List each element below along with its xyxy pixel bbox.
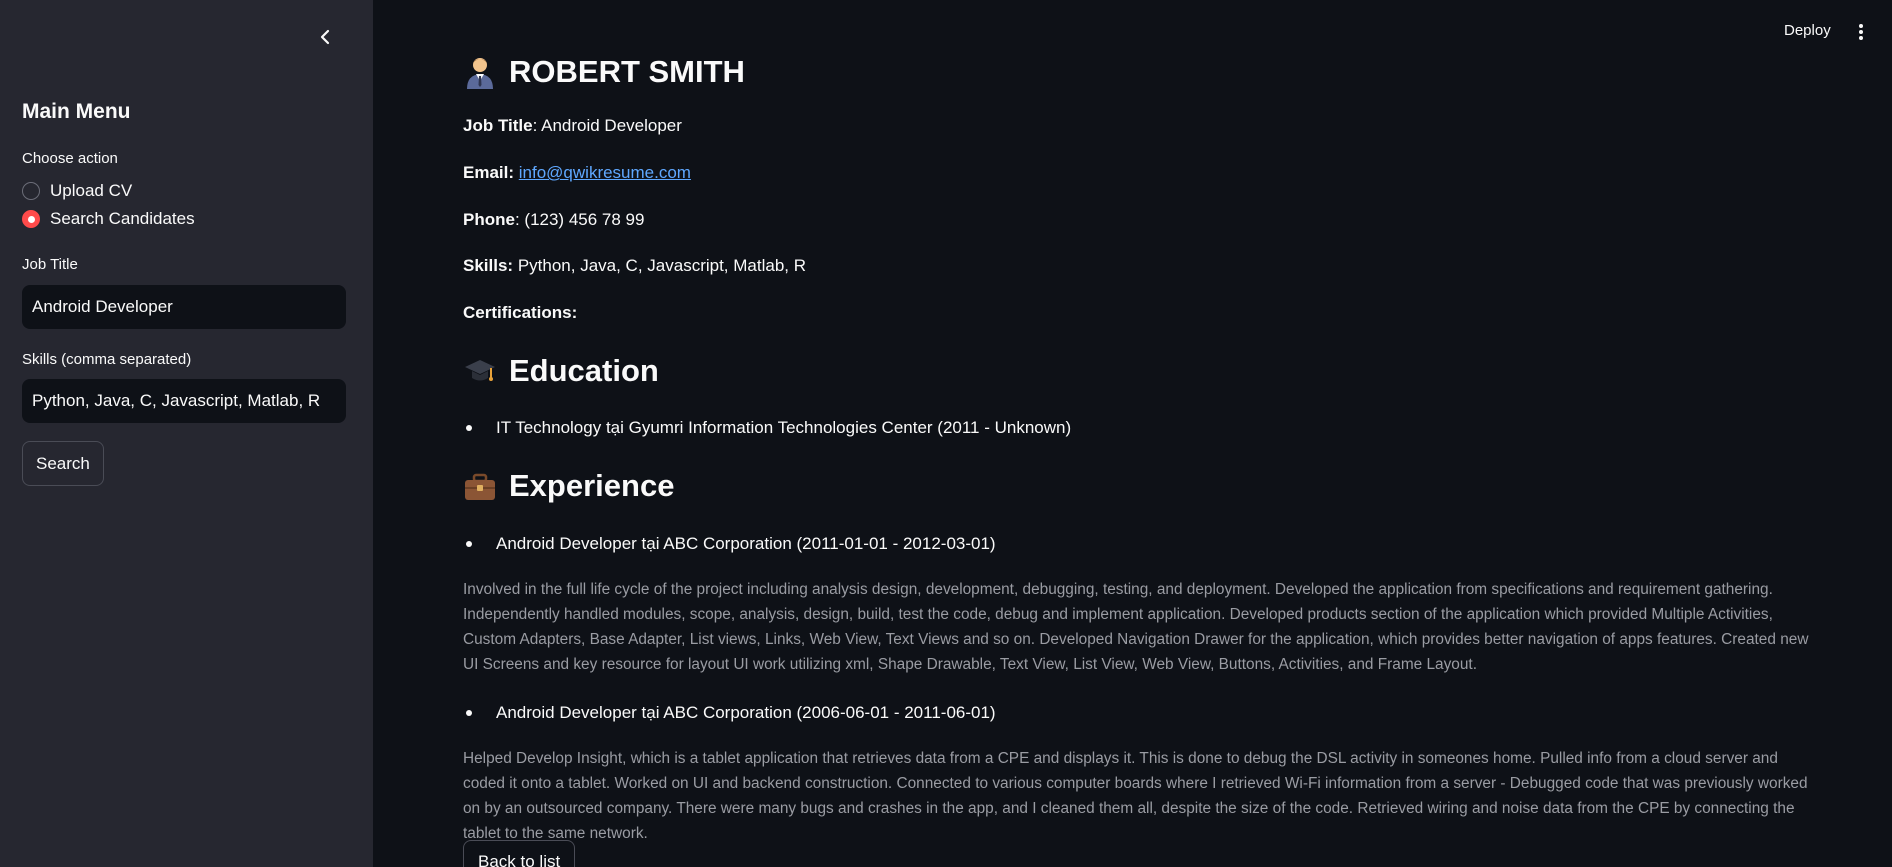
deploy-button[interactable]: Deploy <box>1784 22 1831 39</box>
job-title-input[interactable]: Android Developer <box>22 285 346 329</box>
field-key: Phone <box>463 210 515 229</box>
field-key: Certifications: <box>463 303 578 322</box>
skills-input[interactable]: Python, Java, C, Javascript, Matlab, R <box>22 379 346 423</box>
back-to-list-button[interactable]: Back to list <box>463 840 576 867</box>
man-office-worker-icon <box>467 58 493 89</box>
graduation-cap-icon <box>465 360 495 381</box>
field-value: (123) 456 78 99 <box>524 210 645 229</box>
collapse-sidebar-button[interactable] <box>312 24 338 50</box>
skills-label: Skills (comma separated) <box>22 351 192 368</box>
choose-action-label: Choose action <box>22 150 118 167</box>
email-field: Email: info@qwikresume.com <box>463 163 691 183</box>
radio-label: Search Candidates <box>50 209 195 228</box>
job-title-label: Job Title <box>22 256 78 273</box>
briefcase-icon <box>465 473 495 500</box>
radio-search-candidates[interactable]: Search Candidates <box>22 209 195 229</box>
candidate-name-heading: ROBERT SMITH <box>463 54 745 90</box>
experience-item-description: Involved in the full life cycle of the p… <box>463 581 1809 673</box>
certifications-field: Certifications: <box>463 303 577 323</box>
experience-item-title: Android Developer tại ABC Corporation (2… <box>466 534 996 554</box>
experience-heading: Experience <box>463 468 674 504</box>
education-heading: Education <box>463 353 659 389</box>
job-title-field: Job Title: Android Developer <box>463 116 682 135</box>
section-title: Experience <box>509 468 675 503</box>
radio-unchecked-icon <box>22 182 40 200</box>
field-value: Python, Java, C, Javascript, Matlab, R <box>517 256 806 275</box>
field-key: Job Title <box>463 116 533 135</box>
field-key: Email: <box>463 163 515 182</box>
chevron-left-icon <box>320 29 330 45</box>
radio-label: Upload CV <box>50 181 133 200</box>
email-link[interactable]: info@qwikresume.com <box>519 163 691 182</box>
skills-field: Skills: Python, Java, C, Javascript, Mat… <box>463 256 806 276</box>
radio-upload-cv[interactable]: Upload CV <box>22 181 132 201</box>
phone-field: Phone: (123) 456 78 99 <box>463 210 645 229</box>
sidebar-title: Main Menu <box>22 100 131 123</box>
field-value: Android Developer <box>541 116 682 135</box>
section-title: Education <box>509 353 659 388</box>
education-item: IT Technology tại Gyumri Information Tec… <box>466 418 1071 438</box>
radio-checked-icon <box>22 210 40 228</box>
kebab-menu-icon[interactable] <box>1854 22 1868 42</box>
search-button[interactable]: Search <box>22 441 104 486</box>
experience-item-description: Helped Develop Insight, which is a table… <box>463 750 1808 842</box>
sidebar: Main Menu Choose action Upload CV Search… <box>0 0 373 867</box>
field-key: Skills: <box>463 256 514 275</box>
candidate-name: ROBERT SMITH <box>509 54 745 89</box>
experience-item-title: Android Developer tại ABC Corporation (2… <box>466 703 996 723</box>
